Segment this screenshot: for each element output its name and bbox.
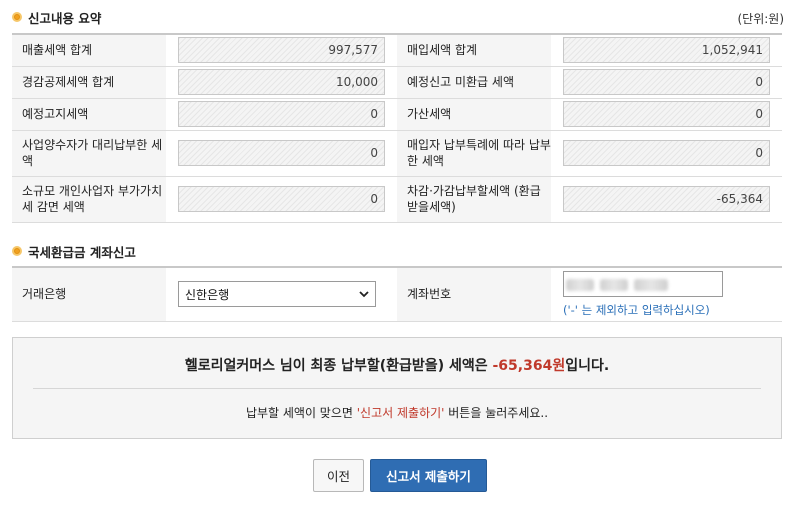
refund-table: 거래은행 신한은행 계좌번호 ('-' 는 제외하고 입력하십시오)	[12, 266, 782, 322]
bank-select-value: 신한은행	[185, 287, 230, 302]
reduction-deduction-field: 10,000	[178, 69, 385, 95]
account-number-input[interactable]	[563, 270, 723, 297]
refund-section-title-text: 국세환급금 계좌신고	[28, 244, 136, 260]
guide-prefix: 납부할 세액이 맞으면	[245, 406, 357, 420]
section-bullet-icon	[12, 246, 22, 256]
guide-suffix: 버튼을 눌러주세요..	[444, 406, 549, 420]
small-business-reduction-cell: 0	[166, 176, 397, 223]
label-penalty-tax: 가산세액	[397, 98, 551, 131]
label-prelim-notice: 예정고지세액	[12, 98, 166, 131]
label-bank: 거래은행	[12, 266, 166, 322]
section-bullet-icon	[12, 12, 22, 22]
label-small-business-reduction: 소규모 개인사업자 부가가치세 감면 세액	[12, 176, 166, 223]
reduction-deduction-cell: 10,000	[166, 66, 397, 99]
buyer-special-cell: 0	[551, 130, 782, 177]
label-purchase-tax: 매입세액 합계	[397, 33, 551, 67]
result-summary-box: 헬로리얼커머스 님이 최종 납부할(환급받을) 세액은 -65,364원입니다.…	[12, 337, 782, 439]
final-tax-message-suffix: 입니다.	[565, 358, 610, 374]
summary-section-title: 신고내용 요약	[12, 7, 101, 27]
label-prelim-unrefunded: 예정신고 미환급 세액	[397, 66, 551, 99]
table-row: 사업양수자가 대리납부한 세액 0 매입자 납부특례에 따라 납부한 세액 0	[12, 130, 782, 177]
label-account: 계좌번호	[397, 266, 551, 322]
submit-guide-message: 납부할 세액이 맞으면 '신고서 제출하기' 버튼을 눌러주세요..	[13, 404, 781, 421]
masked-text	[634, 278, 668, 291]
prelim-notice-field: 0	[178, 101, 385, 127]
label-sales-tax: 매출세액 합계	[12, 33, 166, 67]
transferee-proxy-field: 0	[178, 140, 385, 166]
buyer-special-field: 0	[563, 140, 770, 166]
table-row: 거래은행 신한은행 계좌번호 ('-' 는 제외하고 입력하십시오)	[12, 266, 782, 322]
masked-text	[600, 278, 628, 291]
account-cell: ('-' 는 제외하고 입력하십시오)	[551, 266, 782, 322]
prelim-unrefunded-field: 0	[563, 69, 770, 95]
chevron-down-icon	[359, 287, 369, 301]
final-tax-message: 헬로리얼커머스 님이 최종 납부할(환급받을) 세액은 -65,364원입니다.	[13, 355, 781, 375]
prelim-notice-cell: 0	[166, 98, 397, 131]
guide-highlight: '신고서 제출하기'	[356, 406, 445, 420]
penalty-tax-cell: 0	[551, 98, 782, 131]
bank-select[interactable]: 신한은행	[178, 281, 376, 308]
purchase-tax-field: 1,052,941	[563, 37, 770, 64]
label-net-payable: 차감·가감납부할세액 (환급받을세액)	[397, 176, 551, 223]
label-transferee-proxy: 사업양수자가 대리납부한 세액	[12, 130, 166, 177]
summary-table: 매출세액 합계 997,577 매입세액 합계 1,052,941 경감공제세액…	[12, 33, 782, 223]
prelim-unrefunded-cell: 0	[551, 66, 782, 99]
penalty-tax-field: 0	[563, 101, 770, 127]
small-business-reduction-field: 0	[178, 186, 385, 212]
label-buyer-special: 매입자 납부특례에 따라 납부한 세액	[397, 130, 551, 177]
transferee-proxy-cell: 0	[166, 130, 397, 177]
divider	[33, 388, 761, 389]
net-payable-field: -65,364	[563, 186, 770, 212]
table-row: 예정고지세액 0 가산세액 0	[12, 98, 782, 131]
final-tax-amount: -65,364원	[492, 358, 566, 374]
unit-label: (단위:원)	[737, 12, 784, 26]
bank-cell: 신한은행	[166, 266, 397, 322]
refund-section-title: 국세환급금 계좌신고	[12, 241, 136, 261]
masked-text	[566, 278, 594, 291]
prev-button[interactable]: 이전	[313, 459, 364, 492]
table-row: 소규모 개인사업자 부가가치세 감면 세액 0 차감·가감납부할세액 (환급받을…	[12, 176, 782, 223]
table-row: 경감공제세액 합계 10,000 예정신고 미환급 세액 0	[12, 66, 782, 99]
account-hint: ('-' 는 제외하고 입력하십시오)	[563, 302, 710, 317]
final-tax-message-prefix: 헬로리얼커머스 님이 최종 납부할(환급받을) 세액은	[184, 358, 493, 374]
purchase-tax-cell: 1,052,941	[551, 33, 782, 67]
sales-tax-field: 997,577	[178, 37, 385, 64]
table-row: 매출세액 합계 997,577 매입세액 합계 1,052,941	[12, 33, 782, 67]
sales-tax-cell: 997,577	[166, 33, 397, 67]
net-payable-cell: -65,364	[551, 176, 782, 223]
label-reduction-deduction: 경감공제세액 합계	[12, 66, 166, 99]
summary-section-title-text: 신고내용 요약	[28, 10, 102, 26]
submit-report-button[interactable]: 신고서 제출하기	[370, 459, 487, 492]
